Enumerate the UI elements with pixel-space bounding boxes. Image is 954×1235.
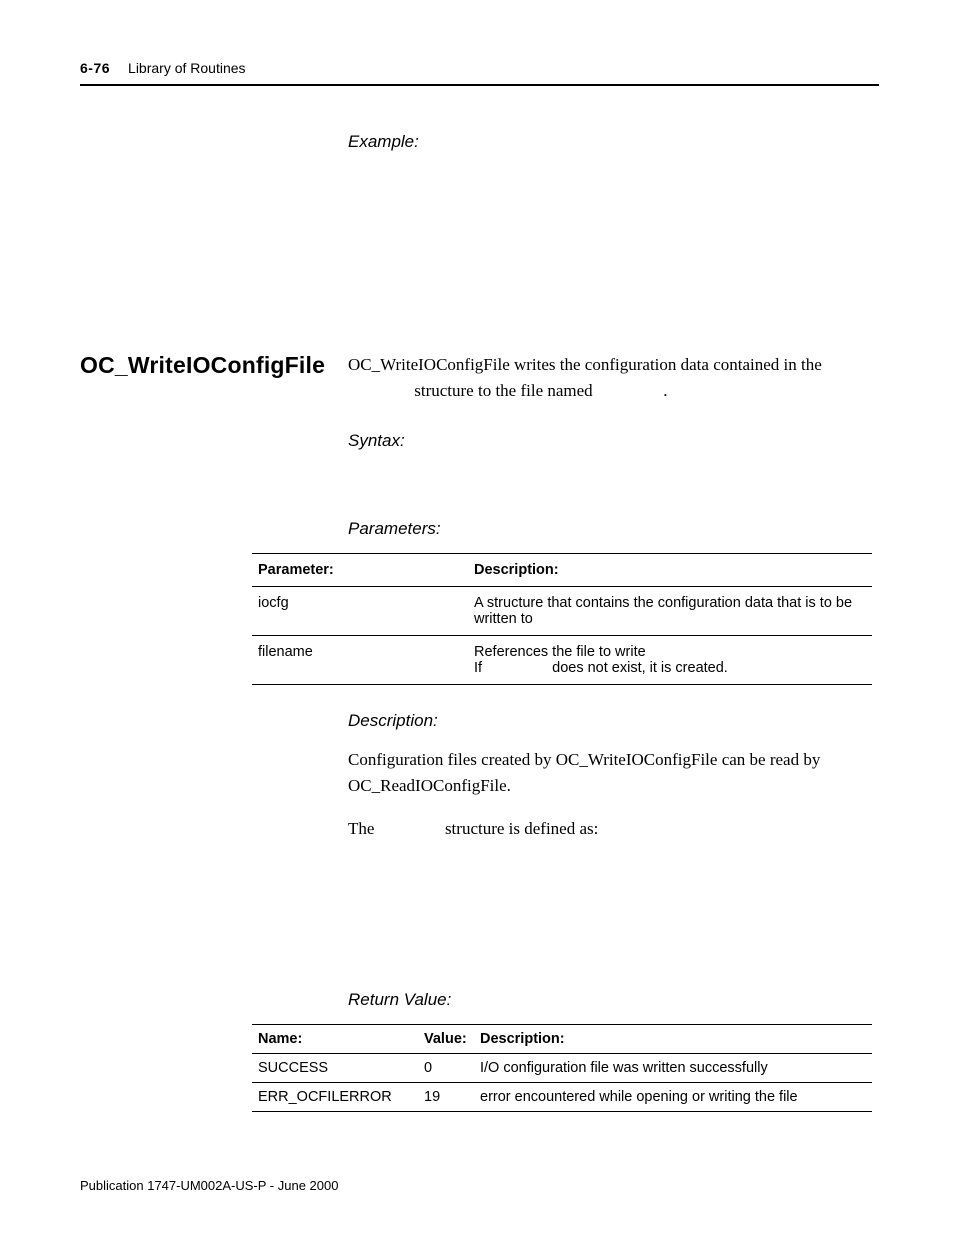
header-section-title: Library of Routines (128, 60, 246, 76)
param-desc-rest: does not exist, it is created. (552, 660, 728, 676)
rv-desc: I/O configuration file was written succe… (474, 1053, 872, 1082)
header-rule (80, 84, 879, 86)
parameters-table: Parameter: Description: iocfg A structur… (252, 553, 872, 685)
param-name: iocfg (252, 587, 468, 636)
return-value-table: Name: Value: Description: SUCCESS 0 I/O … (252, 1024, 872, 1112)
param-desc: References the file to write If does not… (468, 636, 872, 685)
table-row: filename References the file to write If… (252, 636, 872, 685)
param-desc-text: A structure that contains the configurat… (474, 595, 852, 627)
description-paragraph: Configuration files created by OC_WriteI… (348, 747, 879, 798)
rv-desc: error encountered while opening or writi… (474, 1082, 872, 1111)
param-name: filename (252, 636, 468, 685)
rv-th-name: Name: (252, 1024, 418, 1053)
param-th-parameter: Parameter: (252, 554, 468, 587)
return-value-label: Return Value: (348, 990, 879, 1010)
parameters-label: Parameters: (348, 519, 879, 539)
footer-publication: Publication 1747-UM002A-US-P - June 2000 (80, 1178, 338, 1193)
intro-text-3: . (663, 381, 667, 400)
struct-line-b: structure is defined as: (445, 819, 598, 838)
page-number: 6-76 (80, 60, 110, 76)
table-row: iocfg A structure that contains the conf… (252, 587, 872, 636)
table-row: ERR_OCFILERROR 19 error encountered whil… (252, 1082, 872, 1111)
struct-defined-line: The structure is defined as: (348, 816, 879, 842)
param-th-description: Description: (468, 554, 872, 587)
rv-value: 19 (418, 1082, 474, 1111)
intro-text-2: structure to the file named (414, 381, 597, 400)
rv-name: SUCCESS (252, 1053, 418, 1082)
table-row: SUCCESS 0 I/O configuration file was wri… (252, 1053, 872, 1082)
param-desc-if: If (474, 660, 486, 676)
section-intro: OC_WriteIOConfigFile writes the configur… (348, 352, 879, 403)
rv-th-description: Description: (474, 1024, 872, 1053)
description-label: Description: (348, 711, 879, 731)
example-label: Example: (348, 132, 879, 152)
param-desc-line2: If does not exist, it is created. (474, 660, 866, 676)
rv-th-value: Value: (418, 1024, 474, 1053)
param-desc-line1: References the file to write (474, 644, 866, 660)
rv-name: ERR_OCFILERROR (252, 1082, 418, 1111)
rv-value: 0 (418, 1053, 474, 1082)
section-title: OC_WriteIOConfigFile (80, 352, 340, 379)
param-desc: A structure that contains the configurat… (468, 587, 872, 636)
syntax-label: Syntax: (348, 431, 879, 451)
struct-line-a: The (348, 819, 379, 838)
intro-text-1: OC_WriteIOConfigFile writes the configur… (348, 355, 822, 374)
